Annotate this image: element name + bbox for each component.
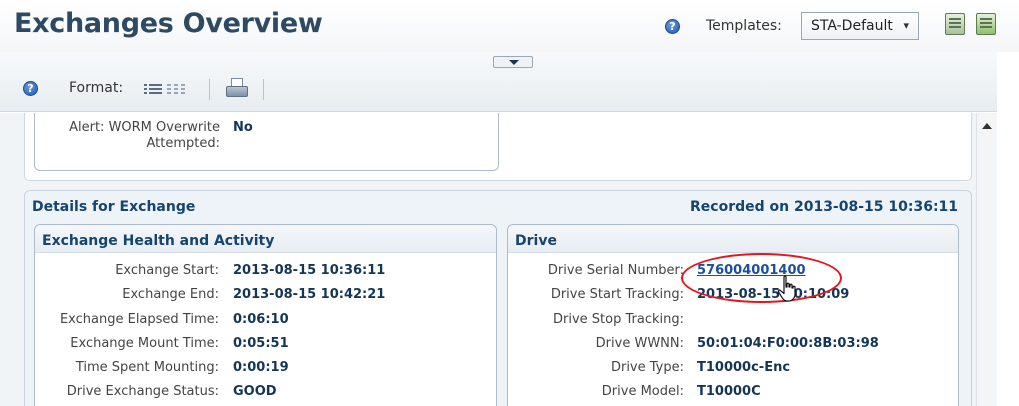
drive-start-tracking-label: Drive Start Tracking: bbox=[550, 287, 684, 302]
print-icon[interactable] bbox=[225, 77, 249, 99]
exchange-mount-label: Exchange Mount Time: bbox=[70, 336, 219, 351]
chevron-down-icon: ▾ bbox=[903, 19, 909, 32]
drive-type-label: Drive Type: bbox=[610, 360, 684, 375]
drive-type-value: T10000c-Enc bbox=[697, 360, 791, 375]
alert-worm-label: Alert: WORM Overwrite Attempted: bbox=[69, 120, 220, 151]
templates-label: Templates: bbox=[706, 18, 782, 34]
time-mounting-label: Time Spent Mounting: bbox=[75, 360, 219, 375]
exchange-status-label: Drive Exchange Status: bbox=[66, 384, 219, 399]
exchange-end-label: Exchange End: bbox=[122, 287, 219, 302]
exchange-health-title: Exchange Health and Activity bbox=[42, 233, 275, 249]
exchange-start-label: Exchange Start: bbox=[115, 263, 219, 278]
details-title: Details for Exchange bbox=[32, 199, 196, 215]
toolbar-divider bbox=[263, 79, 264, 100]
list-view-icon[interactable] bbox=[144, 83, 162, 96]
drive-title: Drive bbox=[515, 233, 557, 249]
report-export-icon[interactable] bbox=[976, 13, 996, 35]
exchange-status-value: GOOD bbox=[233, 384, 277, 399]
exchange-mount-value: 0:05:51 bbox=[233, 336, 289, 351]
drive-wwnn-label: Drive WWNN: bbox=[595, 336, 684, 351]
help-icon[interactable]: ? bbox=[23, 81, 38, 96]
toolbar-divider bbox=[209, 79, 210, 100]
exchange-elapsed-value: 0:06:10 bbox=[233, 312, 289, 327]
drive-wwnn-value: 50:01:04:F0:00:8B:03:98 bbox=[697, 336, 879, 351]
drive-model-value: T10000C bbox=[697, 384, 761, 399]
collapse-toggle-icon[interactable] bbox=[493, 56, 533, 68]
toolbar: ? Format: bbox=[0, 52, 1019, 112]
window-edge bbox=[997, 52, 1019, 406]
exchange-elapsed-label: Exchange Elapsed Time: bbox=[59, 312, 219, 327]
templates-select-value: STA-Default bbox=[811, 18, 893, 34]
exchange-start-value: 2013-08-15 10:36:11 bbox=[233, 263, 386, 278]
vertical-scrollbar[interactable] bbox=[976, 113, 997, 406]
exchange-end-value: 2013-08-15 10:42:21 bbox=[233, 287, 386, 302]
recorded-timestamp: Recorded on 2013-08-15 10:36:11 bbox=[690, 199, 959, 215]
drive-stop-tracking-label: Drive Stop Tracking: bbox=[553, 312, 684, 327]
highlight-ellipse bbox=[681, 253, 842, 303]
report-icon[interactable] bbox=[945, 13, 965, 35]
help-icon[interactable]: ? bbox=[665, 19, 680, 34]
drive-model-label: Drive Model: bbox=[601, 384, 684, 399]
format-label: Format: bbox=[69, 80, 124, 96]
drive-header bbox=[508, 225, 958, 253]
time-mounting-value: 0:00:19 bbox=[233, 360, 289, 375]
hand-cursor-icon bbox=[777, 275, 796, 302]
page-title: Exchanges Overview bbox=[14, 8, 323, 39]
alert-worm-value: No bbox=[233, 120, 253, 135]
grid-view-icon[interactable] bbox=[167, 83, 185, 96]
drive-serial-label: Drive Serial Number: bbox=[547, 263, 684, 278]
page-header: Exchanges Overview ? Templates: STA-Defa… bbox=[0, 0, 1019, 52]
scroll-up-icon[interactable] bbox=[982, 123, 992, 129]
templates-select[interactable]: STA-Default ▾ bbox=[801, 12, 919, 40]
